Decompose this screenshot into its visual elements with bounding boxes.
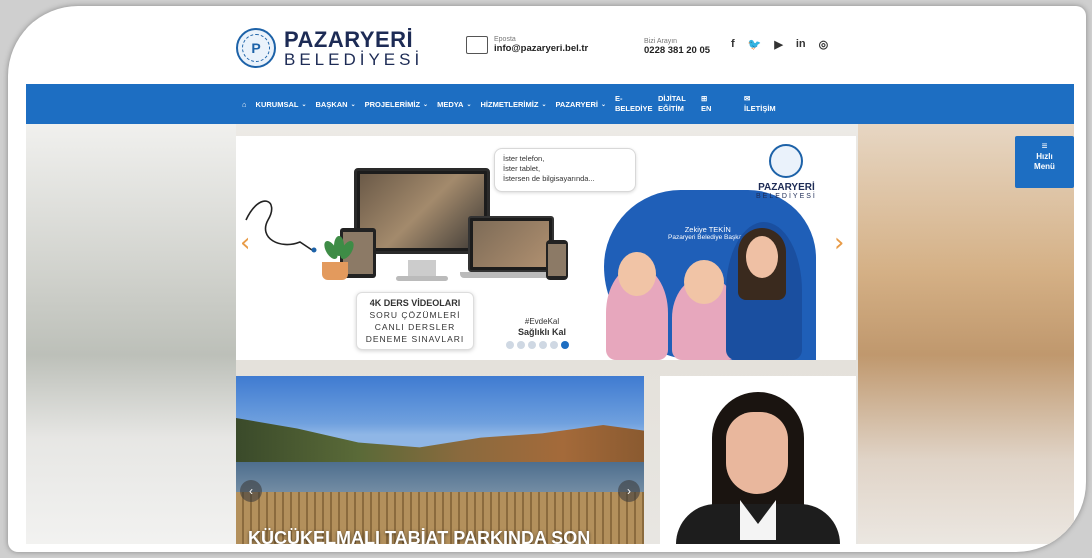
nav-item-label: KURUMSAL (255, 99, 299, 109)
speech-bubble: İster telefon, İster tablet, İstersen de… (494, 148, 636, 192)
bubble-line: İster tablet, (503, 164, 541, 173)
nav-item-label: PROJELERİMİZ (364, 99, 421, 109)
slider-dot[interactable] (561, 341, 569, 349)
phone-value[interactable]: 0228 381 20 05 (644, 45, 710, 56)
mayor-caption: Zekiye TEKİN Pazaryeri Belediye Başkanı (668, 226, 748, 242)
nav-item[interactable]: KURUMSAL ⌄ (256, 100, 307, 109)
envelope-icon (466, 36, 488, 54)
site-logo[interactable]: P PAZARYERİ BELEDİYESİ (236, 28, 423, 68)
news-slider[interactable]: ‹ › KÜÇÜKELMALI TABİAT PARKINDA SON (236, 376, 644, 544)
mayor-title: Pazaryeri Belediye Başkanı (668, 234, 748, 241)
nav-item-label: HİZMETLERİMİZ (480, 99, 539, 109)
mayor-face (746, 236, 778, 278)
news-caption[interactable]: KÜÇÜKELMALI TABİAT PARKINDA SON (248, 528, 590, 544)
chevron-down-icon: ⌄ (600, 101, 607, 108)
header: P PAZARYERİ BELEDİYESİ Eposta info@pazar… (26, 22, 1074, 162)
nav-item-label: DİJİTAL EĞİTİM (658, 94, 686, 113)
menu-icon: ≡ (1041, 141, 1048, 152)
slider-logo: PAZARYERİ BELEDİYESİ (756, 144, 817, 200)
child-face (684, 260, 724, 304)
nav-item[interactable]: MEDYA ⌄ (437, 100, 471, 109)
slider-dot[interactable] (550, 341, 558, 349)
lesson-line: CANLI DERSLER (374, 322, 456, 332)
monitor-base (396, 276, 448, 281)
background-forest-left (26, 124, 236, 544)
nav-item-label: ✉ İLETİŞİM (744, 94, 776, 113)
nav-item[interactable]: DİJİTAL EĞİTİM (658, 94, 692, 114)
nav-item[interactable]: ⊞ EN (701, 94, 735, 114)
chevron-left-icon[interactable]: ‹ (240, 228, 250, 258)
hashtag-block: #EvdeKal Sağlıklı Kal (518, 316, 566, 338)
chevron-left-icon[interactable]: ‹ (240, 480, 262, 502)
slider-logo-subtitle: BELEDİYESİ (756, 193, 817, 200)
hero-slider[interactable]: İster telefon, İster tablet, İstersen de… (236, 136, 856, 360)
laptop-image (468, 216, 554, 272)
chevron-right-icon[interactable]: › (618, 480, 640, 502)
lessons-box: 4K DERS VİDEOLARI SORU ÇÖZÜMLERİ CANLI D… (356, 292, 474, 350)
quick-menu-label: Hızlı (1036, 152, 1053, 161)
child-face (618, 252, 656, 296)
youtube-icon[interactable]: ▶ (774, 38, 782, 51)
screenshot-frame: P PAZARYERİ BELEDİYESİ Eposta info@pazar… (0, 0, 1092, 558)
quick-menu-button[interactable]: ≡ Hızlı Menü (1015, 136, 1074, 188)
home-icon[interactable]: ⌂ (242, 100, 247, 109)
browser-card: P PAZARYERİ BELEDİYESİ Eposta info@pazar… (8, 6, 1086, 552)
chevron-down-icon: ⌄ (466, 101, 472, 108)
nav-item[interactable]: PROJELERİMİZ ⌄ (365, 100, 428, 109)
phone-contact[interactable]: Bizi Arayın 0228 381 20 05 (616, 36, 948, 162)
facebook-icon[interactable]: f (731, 38, 735, 51)
logo-subtitle: BELEDİYESİ (284, 49, 424, 69)
municipality-seal-icon (769, 144, 804, 178)
twitter-icon[interactable]: 🐦 (748, 38, 762, 51)
nav-item[interactable]: E- BELEDİYE (615, 94, 653, 114)
slider-dot[interactable] (528, 341, 536, 349)
main-navigation: ⌂ KURUMSAL ⌄ BAŞKAN ⌄ PROJELERİMİZ ⌄ MEDYA ⌄ HİZ… (26, 84, 1074, 124)
hashtag: #EvdeKal (524, 317, 560, 326)
slider-dot[interactable] (539, 341, 547, 349)
chevron-down-icon: ⌄ (423, 101, 429, 108)
mayor-name: Zekiye TEKİN (684, 225, 731, 234)
nav-item-label: MEDYA (437, 99, 464, 109)
plant-pot (322, 262, 348, 280)
nav-item-label: BAŞKAN (315, 99, 348, 109)
portrait-face (726, 412, 788, 494)
lesson-line: 4K DERS VİDEOLARI (369, 298, 461, 308)
hashtag-subtitle: Sağlıklı Kal (518, 327, 567, 337)
mayor-portrait[interactable] (660, 376, 856, 544)
nav-item[interactable]: BAŞKAN ⌄ (315, 100, 355, 109)
social-links: f 🐦 ▶ in ◎ (731, 38, 828, 51)
slider-dots (506, 341, 569, 349)
instagram-icon[interactable]: ◎ (819, 38, 829, 51)
bubble-line: İster telefon, (503, 154, 545, 163)
decorative-squiggle (245, 200, 317, 253)
nav-item-label: E- BELEDİYE (615, 94, 653, 113)
website-page: P PAZARYERİ BELEDİYESİ Eposta info@pazar… (26, 22, 1074, 544)
nav-item-label: PAZARYERİ (555, 99, 598, 109)
logo-name: PAZARYERİ (284, 26, 414, 52)
slider-dot[interactable] (517, 341, 525, 349)
quick-menu-label: Menü (1034, 162, 1055, 171)
chevron-down-icon: ⌄ (350, 101, 356, 108)
slider-logo-name: PAZARYERİ (758, 182, 815, 193)
chevron-down-icon: ⌄ (541, 101, 547, 108)
nav-item-label: ⊞ EN (701, 94, 712, 113)
chevron-down-icon: ⌄ (301, 101, 307, 108)
phone-image (546, 240, 568, 280)
lesson-line: DENEME SINAVLARI (365, 334, 465, 344)
linkedin-icon[interactable]: in (796, 38, 806, 51)
email-value[interactable]: info@pazaryeri.bel.tr (494, 43, 588, 54)
slider-dot[interactable] (506, 341, 514, 349)
phone-label: Bizi Arayın (644, 38, 678, 45)
nav-item[interactable]: ✉ İLETİŞİM (744, 94, 778, 114)
email-label: Eposta (494, 36, 516, 43)
bubble-line: İstersen de bilgisayarında... (503, 174, 595, 183)
nav-item[interactable]: PAZARYERİ ⌄ (555, 100, 606, 109)
email-contact[interactable]: Eposta info@pazaryeri.bel.tr (466, 36, 588, 54)
lesson-line: SORU ÇÖZÜMLERİ (369, 310, 461, 320)
nav-item[interactable]: HİZMETLERİMİZ ⌄ (481, 100, 547, 109)
chevron-right-icon[interactable]: › (834, 228, 844, 258)
municipality-seal-icon: P (236, 28, 276, 68)
